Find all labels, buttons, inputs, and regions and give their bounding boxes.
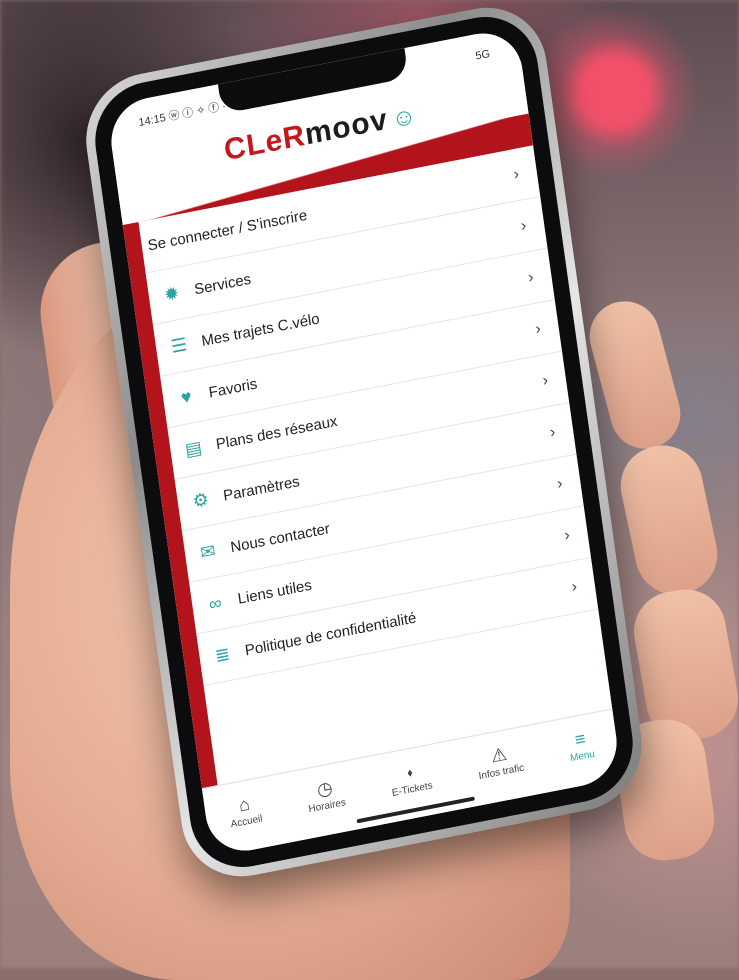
warning-icon: ⚠ [489, 743, 509, 767]
tab-menu[interactable]: ≡ Menu [566, 727, 596, 765]
document-icon: ≣ [213, 643, 232, 667]
chevron-right-icon: › [526, 268, 535, 287]
chevron-right-icon: › [555, 474, 564, 493]
tab-label: E-Tickets [391, 780, 434, 800]
chevron-right-icon: › [512, 165, 521, 183]
chevron-right-icon: › [570, 577, 579, 596]
tab-label: Horaires [307, 797, 347, 816]
tab-horaires[interactable]: ◷ Horaires [305, 775, 347, 815]
logo-figure-icon: ☺ [389, 102, 419, 134]
side-menu: Se connecter / S'inscrire › ✹ Services ›… [122, 145, 613, 789]
list-icon: ☰ [169, 334, 189, 357]
menu-list: Se connecter / S'inscrire › ✹ Services ›… [138, 145, 613, 786]
home-icon: ⌂ [237, 793, 251, 816]
hamburger-menu-icon: ≡ [573, 728, 587, 751]
services-icon: ✹ [162, 282, 181, 306]
map-icon: ▤ [183, 437, 204, 461]
mail-icon: ✉ [199, 540, 217, 564]
status-time: 14:15 [137, 111, 167, 130]
phone-screen: 14:15 ⓦ ⓘ ✧ ⓕ · 5G CLeRmoov☺ Se connecte… [106, 26, 622, 858]
phone-bezel: 14:15 ⓦ ⓘ ✧ ⓕ · 5G CLeRmoov☺ Se connecte… [88, 7, 640, 877]
gear-icon: ⚙ [191, 488, 211, 512]
chevron-right-icon: › [563, 526, 571, 544]
tab-accueil[interactable]: ⌂ Accueil [227, 792, 263, 831]
home-indicator[interactable] [356, 796, 475, 824]
tab-etickets[interactable]: ⬪ E-Tickets [388, 758, 433, 799]
network-status: 5G [474, 47, 491, 63]
tab-label: Accueil [230, 813, 264, 831]
link-icon: ∞ [207, 592, 223, 615]
heart-icon: ♥ [179, 386, 193, 409]
tab-label: Menu [569, 748, 596, 765]
tab-label: Infos trafic [478, 762, 525, 783]
chevron-right-icon: › [534, 319, 542, 338]
clock-icon: ◷ [315, 777, 334, 801]
chevron-right-icon: › [548, 422, 557, 441]
chevron-right-icon: › [519, 216, 528, 235]
chevron-right-icon: › [541, 371, 550, 390]
tab-infos-trafic[interactable]: ⚠ Infos trafic [475, 741, 525, 783]
ticket-icon: ⬪ [405, 761, 414, 783]
